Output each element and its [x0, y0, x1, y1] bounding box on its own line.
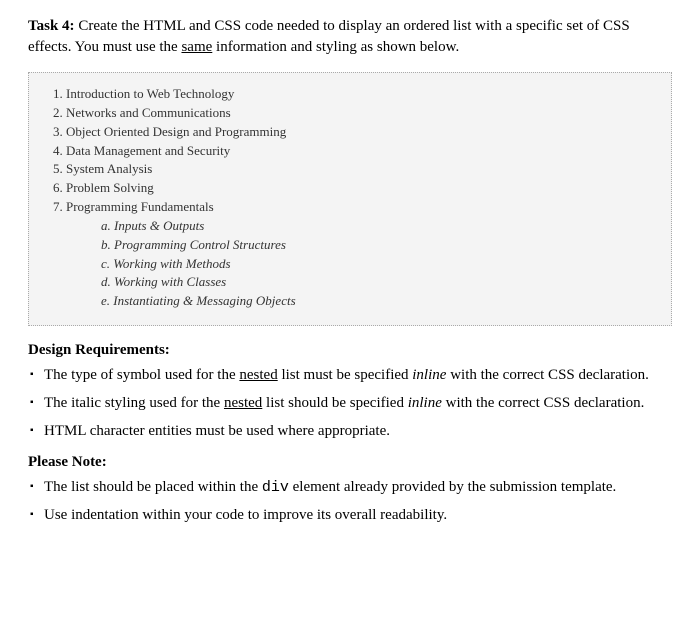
main-ordered-list: Introduction to Web Technology Networks … — [47, 85, 653, 311]
please-note-heading: Please Note: — [28, 452, 672, 473]
task-desc-underline: same — [181, 39, 212, 55]
req-text: The italic styling used for the — [44, 395, 224, 411]
requirement-item: The type of symbol used for the nested l… — [30, 365, 672, 387]
list-item: Object Oriented Design and Programming — [53, 123, 653, 142]
note-text: The list should be placed within the — [44, 479, 262, 495]
design-requirements-list: The type of symbol used for the nested l… — [28, 365, 672, 442]
req-text: list must be specified — [278, 367, 413, 383]
example-box: Introduction to Web Technology Networks … — [28, 72, 672, 326]
req-text: with the correct CSS declaration. — [446, 367, 648, 383]
note-text: Use indentation within your code to impr… — [44, 507, 447, 523]
nested-ordered-list: Inputs & Outputs Programming Control Str… — [95, 217, 653, 311]
note-item: The list should be placed within the div… — [30, 477, 672, 499]
note-item: Use indentation within your code to impr… — [30, 505, 672, 527]
list-item: Data Management and Security — [53, 142, 653, 161]
list-item: Programming Fundamentals Inputs & Output… — [53, 198, 653, 311]
req-underline: nested — [239, 367, 277, 383]
req-text: The type of symbol used for the — [44, 367, 239, 383]
req-text: with the correct CSS declaration. — [442, 395, 644, 411]
list-item: System Analysis — [53, 160, 653, 179]
nested-list-item: Programming Control Structures — [101, 236, 653, 255]
note-code: div — [262, 479, 289, 496]
design-requirements-heading: Design Requirements: — [28, 340, 672, 361]
req-italic: inline — [412, 367, 446, 383]
req-text: list should be specified — [262, 395, 407, 411]
list-item: Introduction to Web Technology — [53, 85, 653, 104]
nested-list-item: Inputs & Outputs — [101, 217, 653, 236]
req-italic: inline — [408, 395, 442, 411]
nested-list-item: Working with Classes — [101, 273, 653, 292]
req-underline: nested — [224, 395, 262, 411]
task-label: Task 4: — [28, 18, 75, 34]
task-header: Task 4: Create the HTML and CSS code nee… — [28, 16, 672, 58]
note-text: element already provided by the submissi… — [289, 479, 616, 495]
list-item: Networks and Communications — [53, 104, 653, 123]
nested-list-item: Instantiating & Messaging Objects — [101, 292, 653, 311]
requirement-item: HTML character entities must be used whe… — [30, 421, 672, 443]
please-note-list: The list should be placed within the div… — [28, 477, 672, 527]
requirement-item: The italic styling used for the nested l… — [30, 393, 672, 415]
task-desc-2: information and styling as shown below. — [212, 39, 459, 55]
list-item-label: Programming Fundamentals — [66, 199, 214, 214]
list-item: Problem Solving — [53, 179, 653, 198]
nested-list-item: Working with Methods — [101, 255, 653, 274]
req-text: HTML character entities must be used whe… — [44, 423, 390, 439]
